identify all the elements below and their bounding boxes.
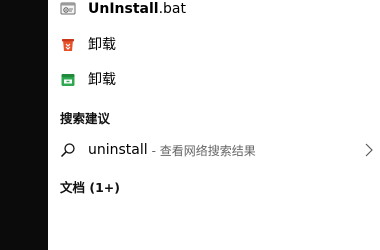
web-search-suggestion[interactable]: uninstall - 查看网络搜索结果 bbox=[48, 135, 380, 165]
uninstall-app-icon-green bbox=[60, 72, 76, 88]
start-menu-left-rail bbox=[0, 0, 48, 250]
search-results-panel: UnInstall.bat 卸载 卸载 搜索建议 uninstall - 查看网… bbox=[48, 0, 380, 250]
result-label: 卸载 bbox=[88, 72, 116, 88]
result-uninstall-app-1[interactable]: 卸载 bbox=[48, 30, 380, 60]
search-icon bbox=[60, 142, 76, 158]
bat-file-icon bbox=[60, 1, 76, 17]
uninstall-app-icon-orange bbox=[60, 37, 76, 53]
file-name: UnInstall bbox=[88, 1, 159, 17]
result-uninstall-app-2[interactable]: 卸载 bbox=[48, 65, 380, 95]
suggestion-suffix: - 查看网络搜索结果 bbox=[151, 143, 256, 158]
documents-header[interactable]: 文档 (1+) bbox=[60, 177, 120, 196]
suggestion-query: uninstall bbox=[88, 142, 148, 158]
result-uninstall-bat[interactable]: UnInstall.bat bbox=[48, 0, 380, 24]
chevron-right-icon[interactable] bbox=[364, 142, 374, 158]
result-label: UnInstall.bat bbox=[88, 1, 186, 17]
search-suggestions-header: 搜索建议 bbox=[60, 111, 111, 126]
result-label: 卸载 bbox=[88, 37, 116, 53]
file-extension: .bat bbox=[158, 1, 186, 17]
